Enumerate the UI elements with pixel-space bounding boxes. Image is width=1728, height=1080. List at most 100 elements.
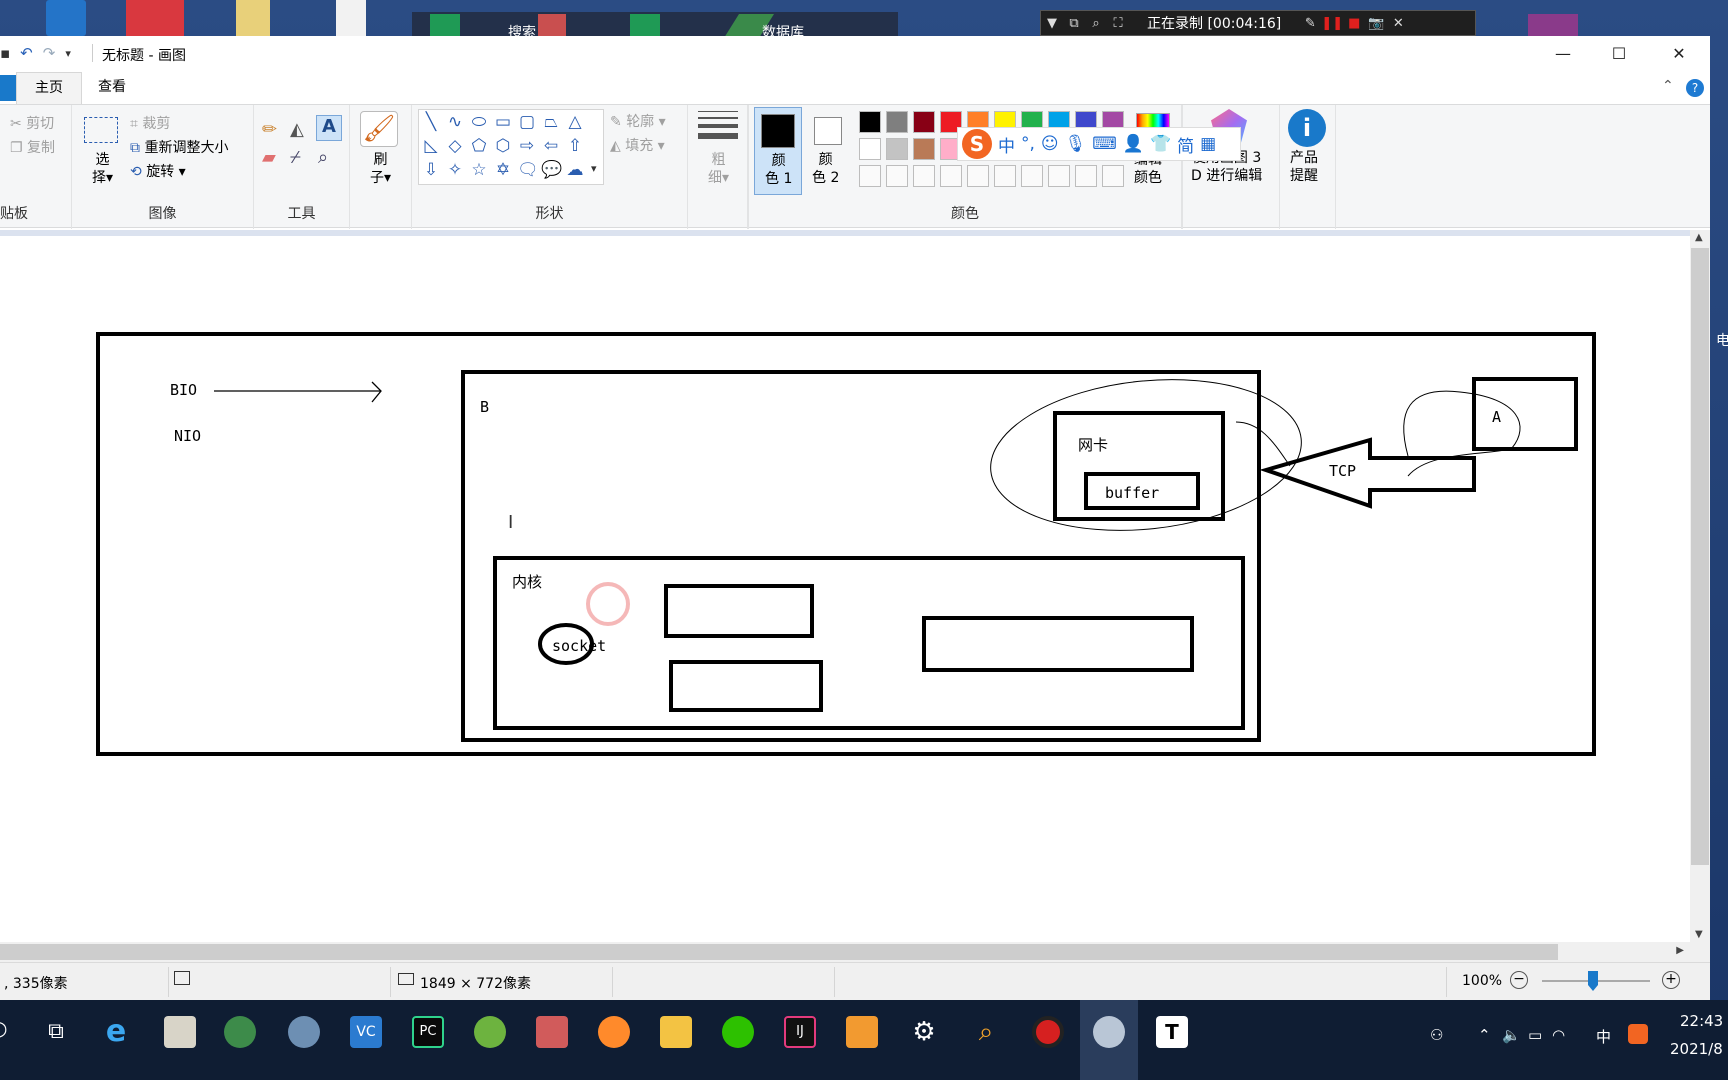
custom-color-swatch[interactable] bbox=[1102, 165, 1124, 187]
folder-desktop-icon[interactable] bbox=[236, 0, 270, 36]
triangle-shape-icon[interactable]: △ bbox=[565, 112, 585, 132]
five-star-shape-icon[interactable]: ☆ bbox=[469, 160, 489, 180]
select-icon[interactable] bbox=[84, 117, 118, 143]
camera-icon[interactable]: 📷 bbox=[1365, 16, 1387, 31]
custom-color-swatch[interactable] bbox=[994, 165, 1016, 187]
product-alert-button[interactable]: 产品 提醒 bbox=[1290, 149, 1318, 185]
typora-icon[interactable]: T bbox=[1156, 1016, 1188, 1048]
right-arrow-shape-icon[interactable]: ⇨ bbox=[517, 136, 537, 156]
custom-color-swatch[interactable] bbox=[1021, 165, 1043, 187]
help-icon[interactable]: ? bbox=[1686, 79, 1704, 97]
user-icon[interactable]: 👤 bbox=[1123, 134, 1144, 154]
eraser-icon[interactable]: ▰ bbox=[262, 147, 276, 168]
zoom-in-button[interactable]: + bbox=[1662, 971, 1680, 989]
zoom-slider-thumb[interactable] bbox=[1588, 971, 1598, 991]
outline-button[interactable]: ✎ 轮廓 ▾ bbox=[610, 111, 666, 131]
minimize-button[interactable]: — bbox=[1540, 40, 1586, 68]
custom-color-swatch[interactable] bbox=[1048, 165, 1070, 187]
crop-button[interactable]: ⌗ 裁剪 bbox=[130, 113, 170, 133]
curve-shape-icon[interactable]: ∿ bbox=[445, 112, 465, 132]
text-icon[interactable]: A bbox=[316, 115, 342, 141]
color-picker-icon[interactable]: ⌿ bbox=[290, 147, 301, 168]
vscode-icon[interactable]: VC bbox=[350, 1016, 382, 1048]
scroll-right-icon[interactable]: ▶ bbox=[1676, 945, 1684, 956]
tray-chevron-icon[interactable]: ⌃ bbox=[1478, 1026, 1491, 1044]
fill-button[interactable]: ◭ 填充 ▾ bbox=[610, 135, 665, 155]
app-desktop-icon[interactable] bbox=[126, 0, 184, 36]
clock-date[interactable]: 2021/8 bbox=[1670, 1040, 1723, 1058]
custom-color-swatch[interactable] bbox=[1075, 165, 1097, 187]
clock-time[interactable]: 22:43 bbox=[1680, 1012, 1723, 1030]
tab-home[interactable]: 主页 bbox=[16, 72, 82, 104]
intellij-icon[interactable]: IJ bbox=[784, 1016, 816, 1048]
color-swatch[interactable] bbox=[913, 111, 935, 133]
file-tab[interactable] bbox=[0, 75, 16, 101]
android-studio-icon[interactable] bbox=[224, 1016, 256, 1048]
dropdown-icon[interactable]: ▼ bbox=[1041, 16, 1063, 31]
left-arrow-shape-icon[interactable]: ⇦ bbox=[541, 136, 561, 156]
custom-color-swatch[interactable] bbox=[886, 165, 908, 187]
eraser-app-icon[interactable] bbox=[536, 1016, 568, 1048]
rectangle-shape-icon[interactable]: ▭ bbox=[493, 112, 513, 132]
paint-brush-app-icon[interactable] bbox=[288, 1016, 320, 1048]
rect-callout-shape-icon[interactable]: 🗨 bbox=[517, 160, 539, 180]
cut-button[interactable]: ✂ 剪切 bbox=[10, 113, 54, 133]
select-button[interactable]: 选择▾ bbox=[92, 151, 113, 187]
magnifier-icon[interactable]: ⌕ bbox=[318, 147, 328, 168]
four-star-shape-icon[interactable]: ✧ bbox=[445, 160, 465, 180]
color-swatch[interactable] bbox=[913, 138, 935, 160]
spring-icon[interactable] bbox=[474, 1016, 506, 1048]
firefox-icon[interactable] bbox=[598, 1016, 630, 1048]
ime-mode[interactable]: 中 bbox=[998, 132, 1015, 157]
emoji-icon[interactable]: ☺ bbox=[1041, 134, 1059, 154]
ime-tray[interactable]: 中 bbox=[1596, 1026, 1611, 1047]
custom-color-swatch[interactable] bbox=[859, 165, 881, 187]
hexagon-shape-icon[interactable]: ⬡ bbox=[493, 136, 513, 156]
battery-icon[interactable]: ▭ bbox=[1528, 1026, 1542, 1044]
grid-icon[interactable]: ▦ bbox=[1200, 134, 1216, 154]
right-triangle-shape-icon[interactable]: ◺ bbox=[421, 136, 441, 156]
rotate-button[interactable]: ⟲ 旋转 ▾ bbox=[130, 161, 186, 181]
scroll-down-icon[interactable]: ▼ bbox=[1695, 929, 1703, 940]
custom-color-swatch[interactable] bbox=[940, 165, 962, 187]
custom-color-swatch[interactable] bbox=[913, 165, 935, 187]
settings-icon[interactable]: ⚙ bbox=[908, 1016, 940, 1048]
tab-view[interactable]: 查看 bbox=[80, 72, 144, 104]
ime-simplified[interactable]: 简 bbox=[1177, 132, 1194, 157]
pencil-icon[interactable]: ✏ bbox=[262, 119, 277, 140]
window-icon[interactable]: ⧉ bbox=[1063, 16, 1085, 31]
stop-icon[interactable]: ■ bbox=[1343, 16, 1365, 31]
search-app-icon[interactable]: ⌕ bbox=[970, 1016, 1002, 1048]
shirt-icon[interactable]: 👕 bbox=[1150, 134, 1171, 154]
drawing-canvas[interactable]: BIO NIO B I 网卡 buffer TCP A 内核 socket bbox=[0, 236, 1690, 942]
collapse-ribbon-icon[interactable]: ⌃ bbox=[1662, 78, 1674, 94]
zoom-out-button[interactable]: − bbox=[1510, 971, 1528, 989]
file-desktop-icon[interactable] bbox=[336, 0, 366, 36]
vertical-scroll-thumb[interactable] bbox=[1691, 248, 1709, 865]
color-swatch[interactable] bbox=[886, 111, 908, 133]
color-swatch[interactable] bbox=[886, 138, 908, 160]
sogou-tray-icon[interactable] bbox=[1628, 1024, 1648, 1044]
close-button[interactable]: ✕ bbox=[1656, 40, 1702, 68]
color-swatch[interactable] bbox=[859, 138, 881, 160]
volume-icon[interactable]: 🔈 bbox=[1502, 1026, 1521, 1044]
wechat-icon[interactable] bbox=[722, 1016, 754, 1048]
search-icon[interactable]: ○ bbox=[0, 1016, 14, 1048]
rounded-rect-shape-icon[interactable]: ▢ bbox=[517, 112, 537, 132]
pentagon-shape-icon[interactable]: ⬠ bbox=[469, 136, 489, 156]
save-icon[interactable]: ▪ bbox=[0, 44, 10, 62]
up-arrow-shape-icon[interactable]: ⇧ bbox=[565, 136, 585, 156]
oval-callout-shape-icon[interactable]: 💬 bbox=[541, 160, 562, 180]
pen-icon[interactable]: ✎ bbox=[1299, 16, 1321, 31]
polygon-shape-icon[interactable]: ⏢ bbox=[541, 112, 561, 132]
winrar-desktop-icon[interactable] bbox=[1528, 14, 1578, 36]
line-shape-icon[interactable]: ╲ bbox=[421, 112, 441, 132]
down-arrow-shape-icon[interactable]: ⇩ bbox=[421, 160, 441, 180]
brush-button[interactable]: 刷子▾ bbox=[370, 151, 391, 187]
sogou-logo[interactable]: S bbox=[962, 129, 992, 159]
recorder-icon[interactable] bbox=[1032, 1016, 1064, 1048]
sheet-desktop-icon[interactable] bbox=[430, 14, 460, 38]
keyboard-icon[interactable]: ⌨ bbox=[1092, 134, 1117, 154]
copy-button[interactable]: ❐ 复制 bbox=[10, 137, 55, 157]
sheet2-desktop-icon[interactable] bbox=[630, 14, 660, 38]
